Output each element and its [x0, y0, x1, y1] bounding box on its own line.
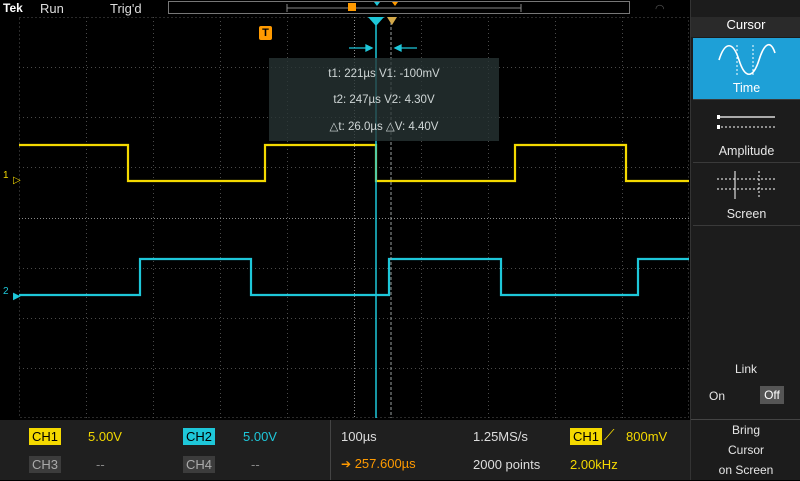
frequency-readout: 2.00kHz: [570, 457, 618, 472]
ch1-badge[interactable]: CH1: [29, 428, 62, 445]
ch4-scale: --: [251, 457, 260, 472]
link-off-option[interactable]: Off: [760, 386, 784, 404]
screen-cursor-icon: [717, 171, 775, 199]
record-length: 2000 points: [473, 457, 541, 472]
ch1-marker-label: 1: [3, 170, 9, 181]
run-stop-status[interactable]: Run: [40, 1, 64, 16]
position-arrow-icon: ➔: [341, 457, 352, 471]
sample-rate: 1.25MS/s: [473, 429, 528, 444]
record-view-graphic: [286, 2, 522, 12]
horizontal-scale[interactable]: 100µs: [341, 429, 377, 444]
ch1-offset-marker[interactable]: 1 ▷: [3, 170, 21, 186]
ch2-badge[interactable]: CH2: [183, 428, 216, 445]
readout-t1-v1: t1: 221µs V1: -100mV: [328, 68, 440, 80]
settings-bar: CH1 5.00V CH2 5.00V CH3 -- CH4 -- 100µs …: [0, 420, 690, 480]
status-bar: Tek Run Trig'd ◠ ▦ ▤: [0, 0, 690, 41]
bring-line-1: Bring: [731, 423, 760, 437]
trigger-level[interactable]: 800mV: [626, 429, 667, 444]
amplitude-label: Amplitude: [718, 144, 775, 158]
ch1-scale[interactable]: 5.00V: [88, 429, 122, 444]
ch2-offset-marker[interactable]: 2 ▶: [3, 286, 21, 302]
brand-logo: Tek: [3, 1, 23, 15]
horizontal-position[interactable]: ➔ 257.600µs: [341, 456, 416, 471]
ch3-scale: --: [96, 457, 105, 472]
link-on-option[interactable]: On: [709, 389, 725, 403]
ch1-arrow-icon: ▷: [13, 175, 21, 186]
bring-line-2: Cursor: [727, 443, 764, 457]
screen-label: Screen: [726, 207, 767, 221]
bring-line-3: on Screen: [718, 463, 774, 477]
trigger-status: Trig'd: [110, 1, 142, 16]
readout-delta: △t: 26.0µs △V: 4.40V: [329, 121, 439, 133]
panel-title: Cursor: [691, 17, 800, 37]
trigger-position-marker[interactable]: T: [259, 26, 272, 40]
ch4-badge[interactable]: CH4: [183, 456, 216, 473]
time-label: Time: [732, 81, 761, 95]
position-value: 257.600µs: [354, 456, 416, 471]
ch2-arrow-icon: ▶: [13, 291, 21, 302]
time-cursor-icon: [718, 44, 776, 76]
cursor-type-time[interactable]: Time: [693, 38, 800, 100]
link-title: Link: [734, 362, 757, 376]
ch3-badge[interactable]: CH3: [29, 456, 62, 473]
cursor-type-screen[interactable]: Screen: [693, 164, 800, 226]
ch2-marker-label: 2: [3, 286, 9, 297]
trigger-source-badge[interactable]: CH1: [570, 428, 603, 445]
record-view-bar[interactable]: [168, 1, 630, 14]
readout-t2-v2: t2: 247µs V2: 4.30V: [333, 94, 435, 106]
cursor-type-amplitude[interactable]: Amplitude: [693, 101, 800, 163]
cursor-side-panel: Cursor Time Amplitude Screen Link On Off…: [690, 0, 800, 480]
amplitude-cursor-icon: [717, 115, 775, 129]
rising-edge-icon: ⟋: [604, 427, 615, 444]
bring-cursor-on-screen-button[interactable]: Bring Cursor on Screen: [691, 419, 800, 481]
divider: [330, 420, 331, 480]
cursor-readout[interactable]: t1: 221µs V1: -100mV t2: 247µs V2: 4.30V…: [269, 58, 499, 141]
ch2-scale[interactable]: 5.00V: [243, 429, 277, 444]
